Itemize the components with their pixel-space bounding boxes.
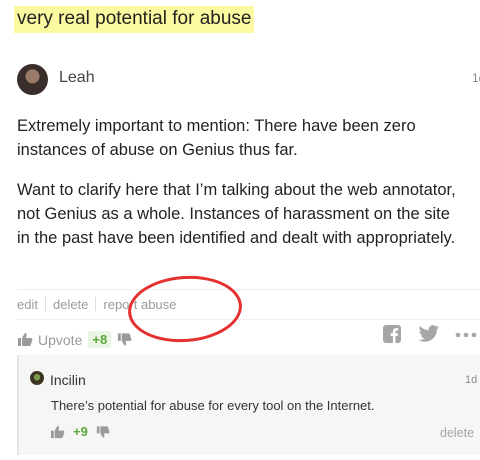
- divider: [17, 289, 480, 290]
- upvote-label[interactable]: Upvote: [38, 332, 82, 348]
- facebook-icon[interactable]: [382, 324, 402, 344]
- thumbs-down-icon[interactable]: [117, 332, 132, 347]
- author-name[interactable]: Leah: [59, 69, 95, 87]
- annotation-age: 1d: [472, 71, 480, 85]
- twitter-icon[interactable]: [418, 324, 440, 344]
- vote-row: Upvote +8: [17, 331, 132, 348]
- reply-age: 1d: [465, 374, 478, 386]
- reply-avatar[interactable]: [30, 371, 44, 385]
- thumbs-up-icon[interactable]: [50, 425, 65, 439]
- thumbs-up-icon[interactable]: [17, 332, 33, 347]
- annotation-paragraph: Want to clarify here that I’m talking ab…: [17, 181, 456, 247]
- thumbs-down-icon[interactable]: [96, 425, 110, 439]
- reply-delete-link[interactable]: delete: [440, 426, 474, 440]
- delete-link[interactable]: delete: [53, 297, 88, 312]
- reply-author[interactable]: Incilin: [50, 372, 86, 388]
- avatar[interactable]: [17, 64, 48, 95]
- highlighted-quote[interactable]: very real potential for abuse: [14, 6, 255, 33]
- reply-vote-row: +9: [50, 424, 110, 439]
- annotation-paragraph: Extremely important to mention: There ha…: [17, 117, 416, 159]
- reply-text: There’s potential for abuse for every to…: [51, 398, 375, 413]
- reply-vote-count: +9: [73, 424, 88, 439]
- vote-count: +8: [88, 331, 112, 348]
- more-icon[interactable]: [455, 332, 477, 338]
- divider: [17, 319, 480, 320]
- annotation-circle: [125, 272, 245, 346]
- separator: [95, 297, 97, 311]
- edit-link[interactable]: edit: [17, 297, 38, 312]
- separator: [44, 297, 46, 311]
